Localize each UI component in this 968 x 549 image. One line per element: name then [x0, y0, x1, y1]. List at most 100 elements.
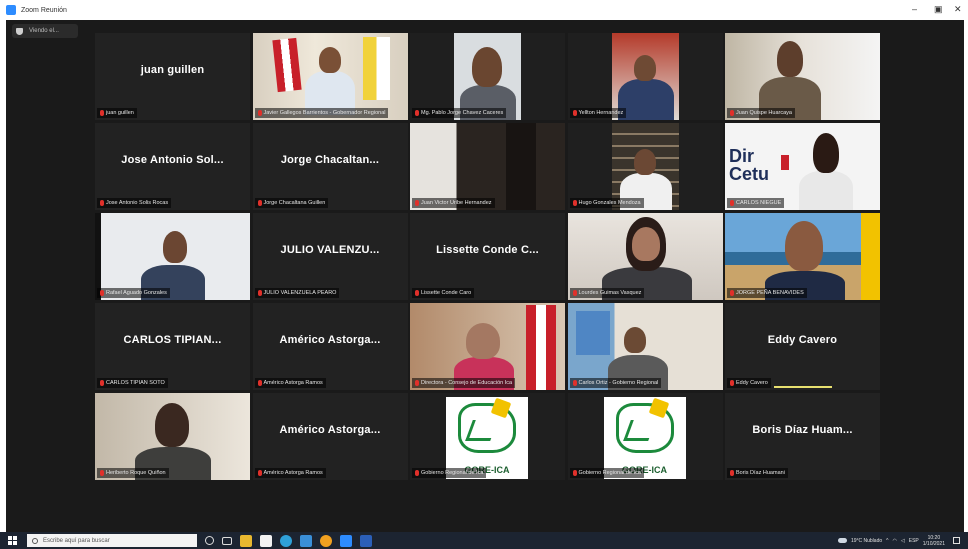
participant-tile[interactable]: juan guillen juan guillen — [95, 33, 250, 120]
language-indicator[interactable]: ESP — [909, 538, 919, 544]
muted-mic-icon — [100, 470, 104, 476]
window-titlebar: Zoom Reunión – ▣ ✕ — [0, 0, 968, 20]
participant-tile[interactable]: Boris Díaz Huam... Boris Díaz Huamani — [725, 393, 880, 480]
participant-tile[interactable]: Américo Astorga... Américo Astorga Ramos — [252, 393, 408, 480]
muted-mic-icon — [572, 290, 577, 296]
muted-mic-icon — [257, 290, 262, 296]
participant-name-text: Hugo Gonzales Mendoza — [578, 200, 641, 206]
participant-tile[interactable]: Rafael Aguado Gonzales — [95, 213, 250, 300]
edge-icon[interactable] — [280, 534, 292, 547]
participant-name-text: JULIO VALENZUELA PEARO — [263, 290, 337, 296]
participant-name-label: Américo Astorga Ramos — [254, 378, 326, 388]
weather-text[interactable]: 19°C Nublado — [851, 538, 882, 544]
word-icon[interactable] — [360, 534, 372, 547]
participant-tile[interactable]: GORE-ICA Gobierno Regional de Ica — [567, 393, 723, 480]
clock-date: 1/10/2021 — [922, 540, 945, 547]
network-icon[interactable]: ◠ — [893, 538, 897, 544]
participant-name-display: JULIO VALENZU... — [280, 243, 380, 256]
participant-tile[interactable]: Eddy Cavero Eddy Cavero — [725, 303, 880, 390]
participant-tile[interactable]: Mg. Pablo Jorge Chavez Caceres — [410, 33, 565, 120]
participant-name-label: Gobierno Regional de Ica — [412, 468, 487, 478]
participant-tile[interactable]: Juan Victor Uribe Hernandez — [410, 123, 565, 210]
muted-mic-icon — [100, 110, 104, 116]
participant-name-display: Jorge Chacaltan... — [280, 153, 380, 166]
taskbar-search-box[interactable]: Escribe aquí para buscar — [27, 534, 197, 547]
participant-name-label: JORGE PEÑA BENAVIDES — [727, 288, 807, 298]
participant-tile[interactable]: Carlos Ortiz - Gobierno Regional — [567, 303, 723, 390]
participant-tile[interactable]: Jorge Chacaltan... Jorge Chacaltana Guil… — [252, 123, 408, 210]
participant-name-label: Javier Gallegos Barrientos - Gobernador … — [254, 108, 389, 118]
participant-name-label: Rafael Aguado Gonzales — [97, 288, 170, 298]
participant-tile[interactable]: JORGE PEÑA BENAVIDES — [725, 213, 880, 300]
participant-tile[interactable]: CARLOS TIPIAN... CARLOS TIPIAN SOTO — [95, 303, 250, 390]
participant-tile[interactable]: Directora - Consejo de Educación Ica — [410, 303, 565, 390]
muted-mic-icon — [730, 290, 734, 296]
participant-name-label: Jose Antonio Solis Rocas — [97, 198, 172, 208]
windows-start-icon[interactable] — [8, 536, 17, 545]
participant-tile[interactable]: Hugo Gonzales Mendoza — [567, 123, 723, 210]
gore-ica-logo-image: GORE-ICA — [446, 397, 528, 479]
participant-name-label: Eddy Cavero — [727, 378, 771, 388]
maximize-button[interactable]: ▣ — [934, 4, 943, 15]
muted-mic-icon — [572, 380, 577, 386]
participant-tile[interactable]: Juan Quispe Huarcaya — [725, 33, 880, 120]
zoom-taskbar-icon[interactable] — [340, 534, 352, 547]
participant-tile[interactable]: Heriberto Roque Quiñon — [95, 393, 250, 480]
participant-name-label: Lissette Conde Caro — [412, 288, 475, 298]
participant-tile[interactable]: JULIO VALENZU... JULIO VALENZUELA PEARO — [252, 213, 408, 300]
muted-mic-icon — [572, 470, 577, 476]
participant-tile[interactable]: Jose Antonio Sol... Jose Antonio Solis R… — [95, 123, 250, 210]
participant-tile[interactable]: Yellton Hernandez — [567, 33, 723, 120]
window-title: Zoom Reunión — [21, 6, 67, 14]
minimize-button[interactable]: – — [912, 4, 917, 14]
clock[interactable]: 10:20 1/10/2021 — [923, 535, 945, 547]
chrome-icon[interactable] — [320, 534, 332, 547]
participant-name-text: juan guillen — [106, 110, 134, 116]
participant-tile[interactable]: GORE-ICA Gobierno Regional de Ica — [410, 393, 565, 480]
active-speaker-indicator — [773, 386, 832, 388]
notification-icon[interactable] — [953, 537, 960, 544]
participant-tile[interactable]: Javier Gallegos Barrientos - Gobernador … — [252, 33, 408, 120]
muted-mic-icon — [415, 110, 419, 116]
participant-name-text: Juan Quispe Huarcaya — [736, 110, 792, 116]
task-view-icon[interactable] — [222, 536, 232, 545]
participant-name-text: Mg. Pablo Jorge Chavez Caceres — [421, 110, 504, 116]
participant-name-label: juan guillen — [97, 108, 137, 118]
participant-name-label: Jorge Chacaltana Guillen — [254, 198, 329, 208]
participant-name-text: Jose Antonio Solis Rocas — [106, 200, 169, 206]
search-icon — [32, 537, 38, 544]
participant-name-text: Heriberto Roque Quiñon — [106, 470, 166, 476]
muted-mic-icon — [730, 110, 734, 116]
participant-name-text: CARLOS TIPIAN SOTO — [106, 380, 165, 386]
close-button[interactable]: ✕ — [954, 4, 962, 15]
view-options-button[interactable]: Viendo el... — [12, 24, 78, 38]
cortana-icon[interactable] — [205, 536, 214, 545]
muted-mic-icon — [100, 200, 104, 206]
participant-name-text: CARLOS NIEGUE — [736, 200, 782, 206]
muted-mic-icon — [257, 110, 262, 116]
store-icon[interactable] — [260, 534, 272, 547]
participant-name-text: Directora - Consejo de Educación Ica — [421, 380, 513, 386]
participant-name-text: Lissette Conde Caro — [421, 290, 472, 296]
participant-name-display: Lissette Conde C... — [436, 243, 539, 256]
participant-name-label: CARLOS NIEGUE — [727, 198, 785, 208]
file-explorer-icon[interactable] — [240, 534, 252, 547]
muted-mic-icon — [572, 110, 577, 116]
participant-tile[interactable]: Dir Cetu CARLOS NIEGUE — [725, 123, 880, 210]
participant-name-label: Mg. Pablo Jorge Chavez Caceres — [412, 108, 507, 118]
participant-name-text: Rafael Aguado Gonzales — [106, 290, 167, 296]
muted-mic-icon — [415, 290, 419, 296]
shield-icon — [16, 27, 23, 35]
volume-icon[interactable]: ◁ — [901, 538, 905, 544]
participant-name-display: Américo Astorga... — [279, 333, 381, 346]
mail-icon[interactable] — [300, 534, 312, 547]
participant-tile[interactable]: Lissette Conde C... Lissette Conde Caro — [410, 213, 565, 300]
participant-name-label: JULIO VALENZUELA PEARO — [254, 288, 340, 298]
participant-tile[interactable]: Américo Astorga... Américo Astorga Ramos — [252, 303, 408, 390]
participant-name-label: Hugo Gonzales Mendoza — [569, 198, 644, 208]
participant-name-text: Lourdes Guimas Vasquez — [578, 290, 642, 296]
participant-name-label: Directora - Consejo de Educación Ica — [412, 378, 516, 388]
participant-name-display: juan guillen — [140, 63, 205, 76]
participant-tile[interactable]: Lourdes Guimas Vasquez — [567, 213, 723, 300]
chevron-up-icon[interactable]: ^ — [886, 538, 888, 544]
